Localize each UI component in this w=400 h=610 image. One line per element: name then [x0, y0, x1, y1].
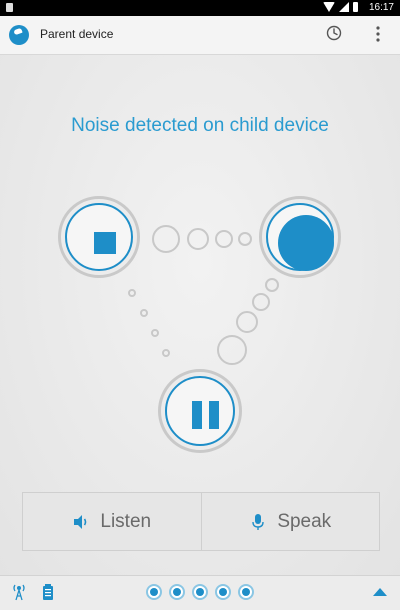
- monitor-button-ring: [266, 203, 334, 271]
- monitor-panel: Noise detected on child device Listen Sp…: [0, 55, 400, 575]
- stop-icon: [94, 232, 116, 254]
- history-icon[interactable]: [326, 25, 342, 41]
- listen-button[interactable]: Listen: [23, 493, 201, 550]
- notification-icon: [6, 3, 13, 12]
- listen-label: Listen: [100, 510, 152, 532]
- battery-icon: [353, 2, 358, 12]
- page-title: Parent device: [40, 27, 114, 41]
- pause-button-ring: [165, 376, 235, 446]
- connector-dot: [140, 309, 148, 317]
- system-icons: [323, 2, 358, 12]
- pause-button[interactable]: [158, 369, 242, 453]
- connector-dot: [215, 230, 233, 248]
- connector-dot: [236, 311, 258, 333]
- signal-icon: [339, 2, 349, 12]
- page-dot[interactable]: [146, 584, 162, 600]
- page-dot[interactable]: [169, 584, 185, 600]
- page-dot[interactable]: [215, 584, 231, 600]
- stop-button-ring: [65, 203, 133, 271]
- bottom-bar: [0, 575, 400, 610]
- pause-icon: [192, 401, 219, 429]
- monitor-button[interactable]: [259, 196, 341, 278]
- page-dot[interactable]: [192, 584, 208, 600]
- connector-dot: [217, 335, 247, 365]
- connector-dot: [152, 225, 180, 253]
- speaker-icon: [74, 514, 87, 529]
- page-dot[interactable]: [238, 584, 254, 600]
- expand-up-icon[interactable]: [373, 588, 387, 596]
- connector-dot: [151, 329, 159, 337]
- overflow-menu-icon[interactable]: [370, 25, 386, 43]
- antenna-icon: [13, 584, 25, 601]
- connector-dot: [128, 289, 136, 297]
- status-headline: Noise detected on child device: [71, 115, 329, 136]
- connector-dot: [187, 228, 209, 250]
- connector-dot: [162, 349, 170, 357]
- record-icon: [278, 215, 334, 271]
- connector-dot: [265, 278, 279, 292]
- status-bar: 16:17: [0, 0, 400, 16]
- app-logo-icon: [9, 25, 29, 45]
- connector-dot: [238, 232, 252, 246]
- speak-label: Speak: [277, 510, 332, 532]
- action-bar: Parent device: [0, 16, 400, 55]
- battery-status-icon: [43, 584, 53, 600]
- audio-controls: Listen Speak: [22, 492, 380, 551]
- connector-dot: [252, 293, 270, 311]
- speak-button[interactable]: Speak: [200, 493, 380, 550]
- status-time: 16:17: [368, 2, 394, 13]
- mic-icon: [252, 513, 265, 530]
- page-indicator: [146, 584, 254, 600]
- wifi-icon: [323, 2, 335, 12]
- stop-button[interactable]: [58, 196, 140, 278]
